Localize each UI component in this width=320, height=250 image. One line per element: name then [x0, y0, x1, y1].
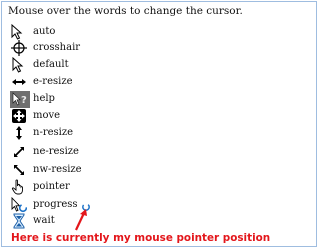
- cursor-label: move: [33, 110, 61, 121]
- page-frame: [1, 1, 317, 247]
- hand-pointer-icon: [11, 179, 27, 195]
- n-resize-icon: [11, 125, 27, 141]
- nw-resize-icon: [11, 162, 27, 178]
- e-resize-icon: [11, 74, 27, 90]
- progress-icon: [11, 197, 27, 213]
- ne-resize-icon: [11, 144, 27, 160]
- intro-text: Mouse over the words to change the curso…: [8, 5, 243, 17]
- cursor-label: auto: [33, 26, 56, 37]
- cursor-label: n-resize: [33, 127, 74, 138]
- default-arrow-icon: [11, 57, 27, 73]
- annotation-caption: Here is currently my mouse pointer posit…: [11, 232, 271, 244]
- crosshair-icon: [11, 40, 27, 56]
- cursor-label: progress: [33, 199, 78, 210]
- svg-text:?: ?: [21, 95, 27, 106]
- cursor-label: pointer: [33, 181, 70, 192]
- arrow-pointer-icon: [11, 24, 27, 40]
- help-icon: ?: [10, 91, 30, 108]
- cursor-label: wait: [33, 215, 55, 226]
- cursor-label: ne-resize: [33, 146, 79, 157]
- cursor-label: crosshair: [33, 42, 81, 53]
- cursor-label: default: [33, 59, 69, 70]
- hourglass-icon: [11, 213, 27, 229]
- cursor-label: nw-resize: [33, 164, 82, 175]
- move-icon: [11, 108, 27, 124]
- cursor-label: help: [33, 93, 55, 104]
- cursor-label: e-resize: [33, 76, 73, 87]
